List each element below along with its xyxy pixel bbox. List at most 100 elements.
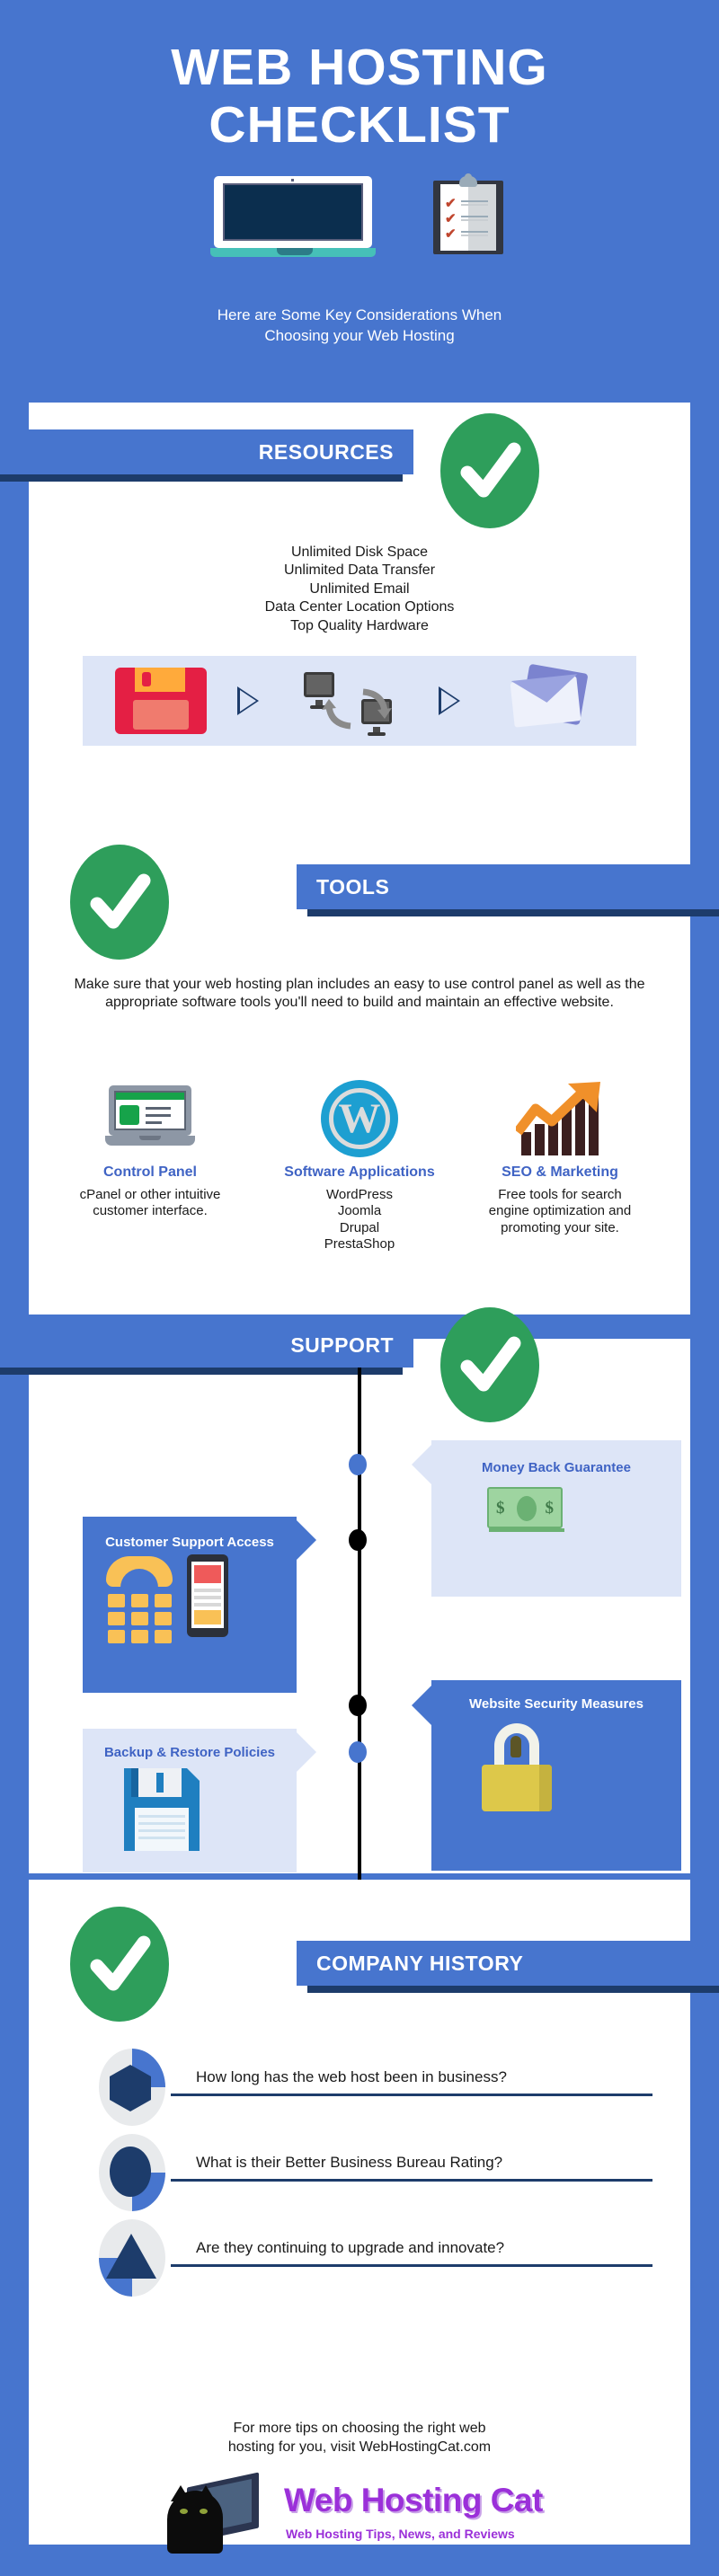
section-label-support: SUPPORT: [290, 1333, 394, 1357]
history-question: How long has the web host been in busine…: [196, 2068, 507, 2085]
keypad-key: [155, 1630, 172, 1643]
footer-line-1: For more tips on choosing the right web: [233, 2421, 486, 2436]
mobile-line: [194, 1596, 221, 1599]
resources-item: Data Center Location Options: [264, 599, 455, 615]
callout-arrow-right: [297, 1520, 316, 1560]
cat-body: [167, 2491, 223, 2554]
laptop-line: [146, 1114, 171, 1117]
wordpress-letter: W: [338, 1095, 381, 1142]
infographic-page: WEB HOSTING CHECKLIST ✔ ✔ ✔ Here are Som…: [0, 0, 719, 2576]
floppy-label-line: [138, 1822, 185, 1825]
tool-description: cPanel or other intuitive customer inter…: [79, 1187, 221, 1219]
footer-text: For more tips on choosing the right web …: [135, 2420, 584, 2457]
section-banner-company-history: COMPANY HISTORY: [297, 1941, 719, 1993]
logo-name: Web Hosting Cat: [284, 2482, 543, 2518]
floppy-label-line: [138, 1829, 185, 1832]
support-card-title: Website Security Measures: [469, 1696, 644, 1712]
bill-shadow: [489, 1528, 564, 1532]
dollar-bill-icon: $ $: [487, 1487, 564, 1532]
tool-column-software-applications: W Software Applications WordPress Joomla…: [276, 1078, 443, 1253]
floppy-slot: [156, 1773, 164, 1793]
resources-item: Top Quality Hardware: [290, 617, 429, 633]
support-card-website-security: Website Security Measures: [431, 1680, 681, 1871]
growth-arrow-icon: [516, 1082, 600, 1136]
mobile-banner: [194, 1565, 221, 1583]
cat-eye-right: [200, 2509, 208, 2514]
keypad-key: [108, 1612, 125, 1625]
floppy-disk-icon: [124, 1768, 200, 1851]
monitor-camera: [291, 179, 294, 181]
hero-subtitle: Here are Some Key Considerations When Ch…: [108, 305, 611, 347]
tools-description: Make sure that your web hosting plan inc…: [74, 977, 645, 1011]
clipboard-checklist-icon: ✔ ✔ ✔: [433, 173, 503, 262]
support-card-title: Money Back Guarantee: [482, 1460, 631, 1475]
subtitle-line-2: Choosing your Web Hosting: [264, 326, 455, 344]
check-icon: ✔: [445, 211, 457, 226]
laptop-line: [146, 1107, 171, 1110]
monitor-notch: [277, 248, 313, 255]
wordpress-badge: W: [321, 1080, 398, 1157]
history-question-row: Are they continuing to upgrade and innov…: [99, 2219, 674, 2300]
clipboard-line: [461, 235, 488, 236]
resources-item: Unlimited Data Transfer: [283, 562, 436, 579]
sync-arrows-icon: [322, 688, 392, 730]
floppy-label: [133, 700, 189, 730]
clipboard-line: [461, 204, 488, 206]
monitor-icon: [210, 176, 376, 262]
mobile-phone-icon: [187, 1554, 228, 1637]
section-label-company-history: COMPANY HISTORY: [316, 1952, 524, 1975]
timeline-dot-black: [349, 1529, 367, 1551]
mobile-line: [194, 1589, 221, 1592]
keypad-key: [155, 1612, 172, 1625]
resources-illustration: [83, 656, 636, 746]
timeline-dot-blue: [349, 1741, 367, 1763]
laptop-topbar: [116, 1093, 184, 1100]
title-line-1: WEB HOSTING: [171, 39, 548, 96]
telephone-handset: [106, 1556, 173, 1590]
timeline-dot-black: [349, 1695, 367, 1716]
laptop-shape: [105, 1085, 195, 1150]
callout-arrow-left: [412, 1445, 431, 1484]
green-check-badge: [440, 1307, 539, 1422]
laptop-trackpad: [139, 1136, 161, 1140]
resources-item: Unlimited Email: [309, 580, 410, 597]
banner-shadow: [307, 1986, 719, 1993]
mobile-button: [194, 1610, 221, 1624]
clipboard-paper-shade: [468, 184, 496, 251]
history-question: What is their Better Business Bureau Rat…: [196, 2154, 503, 2171]
history-underline: [171, 2264, 652, 2267]
tool-title: SEO & Marketing: [502, 1164, 618, 1180]
keypad-key: [108, 1630, 125, 1643]
tool-column-control-panel: Control Panel cPanel or other intuitive …: [67, 1078, 234, 1220]
green-check-badge: [440, 413, 539, 528]
floppy-shutter-bar: [131, 1768, 138, 1797]
cat-eye-left: [180, 2509, 188, 2514]
donut-chart-icon: [99, 2134, 165, 2211]
padlock-keyhole: [510, 1736, 521, 1757]
donut-chart-icon: [99, 2219, 165, 2297]
floppy-disk-red-icon: [115, 668, 207, 734]
banner-shadow: [307, 909, 719, 916]
email-envelope-icon: [510, 663, 591, 733]
resources-list: Unlimited Disk Space Unlimited Data Tran…: [108, 544, 611, 635]
hero-section: WEB HOSTING CHECKLIST ✔ ✔ ✔ Here are Som…: [0, 0, 719, 393]
logo-tagline: Web Hosting Tips, News, and Reviews: [286, 2527, 515, 2541]
history-question-row: What is their Better Business Bureau Rat…: [99, 2134, 674, 2215]
check-mark-icon: [460, 442, 521, 498]
tool-title: Control Panel: [102, 1164, 197, 1180]
clipboard-line: [461, 216, 488, 217]
wordpress-icon: W: [276, 1078, 443, 1157]
support-card-title: Customer Support Access: [105, 1535, 274, 1550]
section-banner-support: SUPPORT: [0, 1323, 413, 1375]
donut-chart-icon: [99, 2049, 165, 2126]
check-icon: ✔: [445, 196, 457, 211]
clipboard-clip-knob: [465, 173, 472, 181]
tool-description: WordPress Joomla Drupal PrestaShop: [324, 1187, 395, 1252]
clipboard-line: [461, 219, 488, 221]
site-logo[interactable]: Web Hosting Cat Web Hosting Tips, News, …: [160, 2472, 559, 2554]
seo-chart: [516, 1082, 604, 1155]
green-check-badge: [70, 845, 169, 960]
callout-arrow-right: [297, 1732, 316, 1772]
floppy-corner-notch: [187, 1768, 200, 1781]
keypad-key: [131, 1594, 148, 1607]
